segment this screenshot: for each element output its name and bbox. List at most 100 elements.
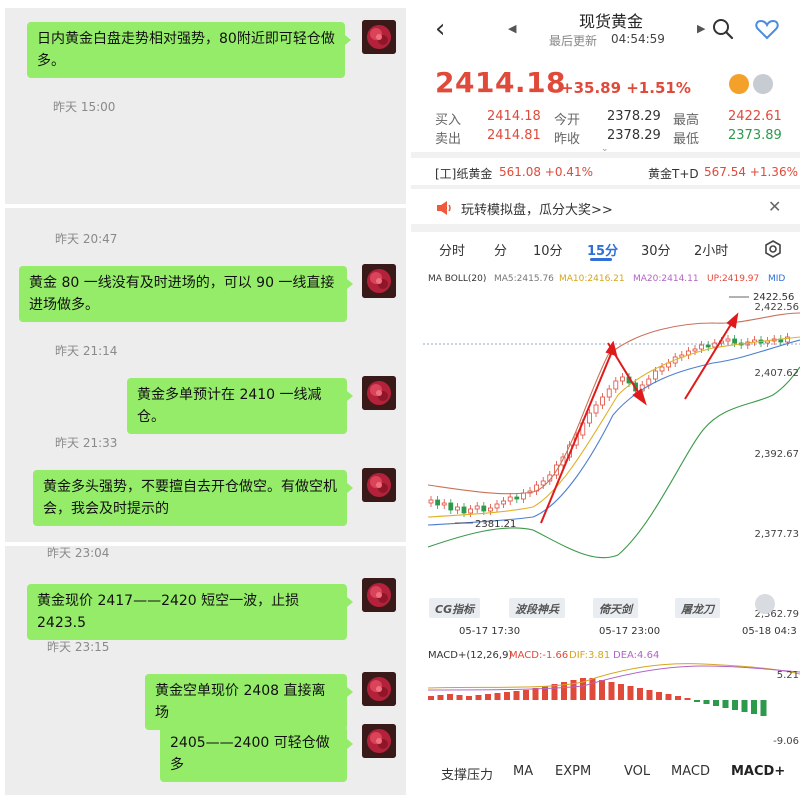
tab-2hour[interactable]: 2小时 [694, 240, 728, 259]
y-axis-label: 2,392.67 [754, 449, 799, 460]
related-value[interactable]: 567.54 +1.36% [704, 165, 798, 179]
close-icon[interactable]: ✕ [768, 197, 781, 216]
macd-axis-label: 5.21 [777, 670, 799, 681]
tab-ma[interactable]: MA [513, 764, 533, 779]
chat-message[interactable]: 黄金 80 一线没有及时进场的，可以 90 一线直接进场做多。 [19, 266, 353, 322]
indicator-name[interactable]: MA BOLL(20) [428, 274, 486, 284]
chat-message[interactable]: 日内黄金白盘走势相对强势，80附近即可轻仓做多。 [27, 22, 351, 78]
candle-body [428, 499, 434, 504]
expand-icon[interactable] [755, 594, 775, 614]
tab-min[interactable]: 分 [494, 240, 507, 259]
settings-circle-icon[interactable] [753, 74, 773, 94]
candle-body [441, 502, 447, 506]
macd-bar [608, 682, 615, 700]
chat-message[interactable]: 黄金多头强势，不要擅自去开仓做空。有做空机会，我会及时提示的 [33, 470, 353, 526]
next-instrument-icon[interactable]: ▶ [697, 22, 705, 35]
candle-body [455, 506, 460, 511]
macd-bar [646, 690, 653, 700]
candlestick-chart[interactable]: 2422.56 2381.21 2,422.56 2,407.62 2,392.… [423, 285, 800, 625]
sell-label: 卖出 [435, 132, 462, 147]
low-label: 最低 [673, 132, 700, 147]
tab-expm[interactable]: EXPM [555, 764, 591, 779]
macd-axis-label: -9.06 [773, 736, 799, 747]
tab-vol[interactable]: VOL [624, 764, 650, 779]
candle-body [692, 348, 698, 352]
macd-bars [428, 678, 767, 716]
y-axis-label: 2,407.62 [754, 368, 799, 379]
prev-close-value: 2378.29 [607, 128, 661, 143]
chat-message[interactable]: 黄金空单现价 2408 直接离场 [145, 674, 353, 730]
candle-body [732, 338, 738, 344]
time-axis-label: 05-18 04:3 [742, 626, 797, 637]
macd-bar [665, 694, 672, 700]
tool-button[interactable]: 倚天剑 [593, 598, 638, 618]
macd-bar [447, 694, 453, 700]
chat-message[interactable]: 黄金现价 2417——2420 短空一波，止损 2423.5 [27, 584, 353, 640]
y-axis-label: 2,422.56 [754, 302, 799, 313]
macd-bar [732, 700, 738, 710]
candle-body [501, 500, 506, 505]
avatar[interactable] [362, 264, 396, 298]
up-value: UP:2419.97 [707, 274, 760, 284]
tool-button[interactable]: 屠龙刀 [675, 598, 720, 618]
candle-body [659, 366, 665, 372]
macd-bar [532, 688, 539, 700]
chevron-left-icon[interactable]: ‹ [435, 16, 445, 42]
tool-button[interactable]: 波段神兵 [509, 598, 565, 618]
tab-macd-plus[interactable]: MACD+ [731, 764, 785, 779]
favorite-heart-icon[interactable] [755, 18, 779, 44]
tab-30min[interactable]: 30分 [641, 240, 671, 259]
ma10-value: MA10:2416.21 [559, 274, 625, 284]
chat-message[interactable]: 黄金多单预计在 2410 一线减仓。 [127, 378, 353, 434]
divider [411, 185, 800, 189]
macd-chart[interactable]: 5.21 -9.06 [423, 660, 800, 750]
avatar[interactable] [362, 724, 396, 758]
chat-block-3: 昨天 23:04 黄金现价 2417——2420 短空一波，止损 2423.5 … [5, 546, 406, 795]
macd-bar [494, 693, 501, 700]
macd-bar [627, 686, 634, 700]
avatar[interactable] [362, 578, 396, 612]
tab-support[interactable]: 支撑压力 [441, 764, 493, 783]
macd-bar [504, 692, 510, 700]
candle-body [474, 505, 480, 510]
prev-instrument-icon[interactable]: ◀ [508, 22, 516, 35]
tab-macd[interactable]: MACD [671, 764, 710, 779]
search-icon[interactable] [711, 17, 735, 45]
tab-fenshi[interactable]: 分时 [439, 240, 465, 259]
indicator-tabs: 支撑压力 MA EXPM VOL MACD MACD+ [411, 764, 800, 784]
macd-bar [722, 700, 729, 708]
related-name[interactable]: [工]纸黄金 [435, 165, 492, 182]
low-value: 2373.89 [728, 128, 782, 143]
macd-bar [694, 700, 700, 702]
avatar[interactable] [362, 20, 396, 54]
last-update-time: 04:54:59 [611, 32, 665, 46]
avatar[interactable] [362, 376, 396, 410]
chat-block-2: 昨天 20:47 黄金 80 一线没有及时进场的，可以 90 一线直接进场做多。… [5, 208, 406, 542]
candle-body [652, 370, 658, 380]
avatar[interactable] [362, 672, 396, 706]
macd-bar [618, 684, 624, 700]
candle-body [705, 344, 711, 348]
gear-icon[interactable] [764, 240, 782, 262]
open-value: 2378.29 [607, 109, 661, 124]
avatar[interactable] [362, 468, 396, 502]
candle-body [494, 503, 500, 509]
open-label: 今开 [554, 113, 581, 128]
boll-upper-line [427, 312, 800, 495]
related-name[interactable]: 黄金T+D [648, 165, 699, 182]
candle-body [613, 380, 619, 390]
tool-button[interactable]: CG指标 [429, 598, 481, 618]
candle-body [514, 496, 520, 500]
macd-bar [751, 700, 757, 714]
alert-icon[interactable] [729, 74, 749, 94]
tab-15min[interactable]: 15分 [587, 240, 618, 259]
macd-bar [675, 696, 681, 700]
related-value[interactable]: 561.08 +0.41% [499, 165, 593, 179]
chat-message[interactable]: 2405——2400 可轻仓做多 [160, 726, 353, 782]
tab-10min[interactable]: 10分 [533, 240, 563, 259]
time-axis-label: 05-17 23:00 [599, 626, 661, 637]
timestamp: 昨天 21:14 [55, 344, 118, 358]
macd-bar [466, 696, 472, 700]
macd-bar [523, 690, 529, 700]
promo-banner[interactable]: 玩转模拟盘，瓜分大奖>> [461, 199, 613, 218]
